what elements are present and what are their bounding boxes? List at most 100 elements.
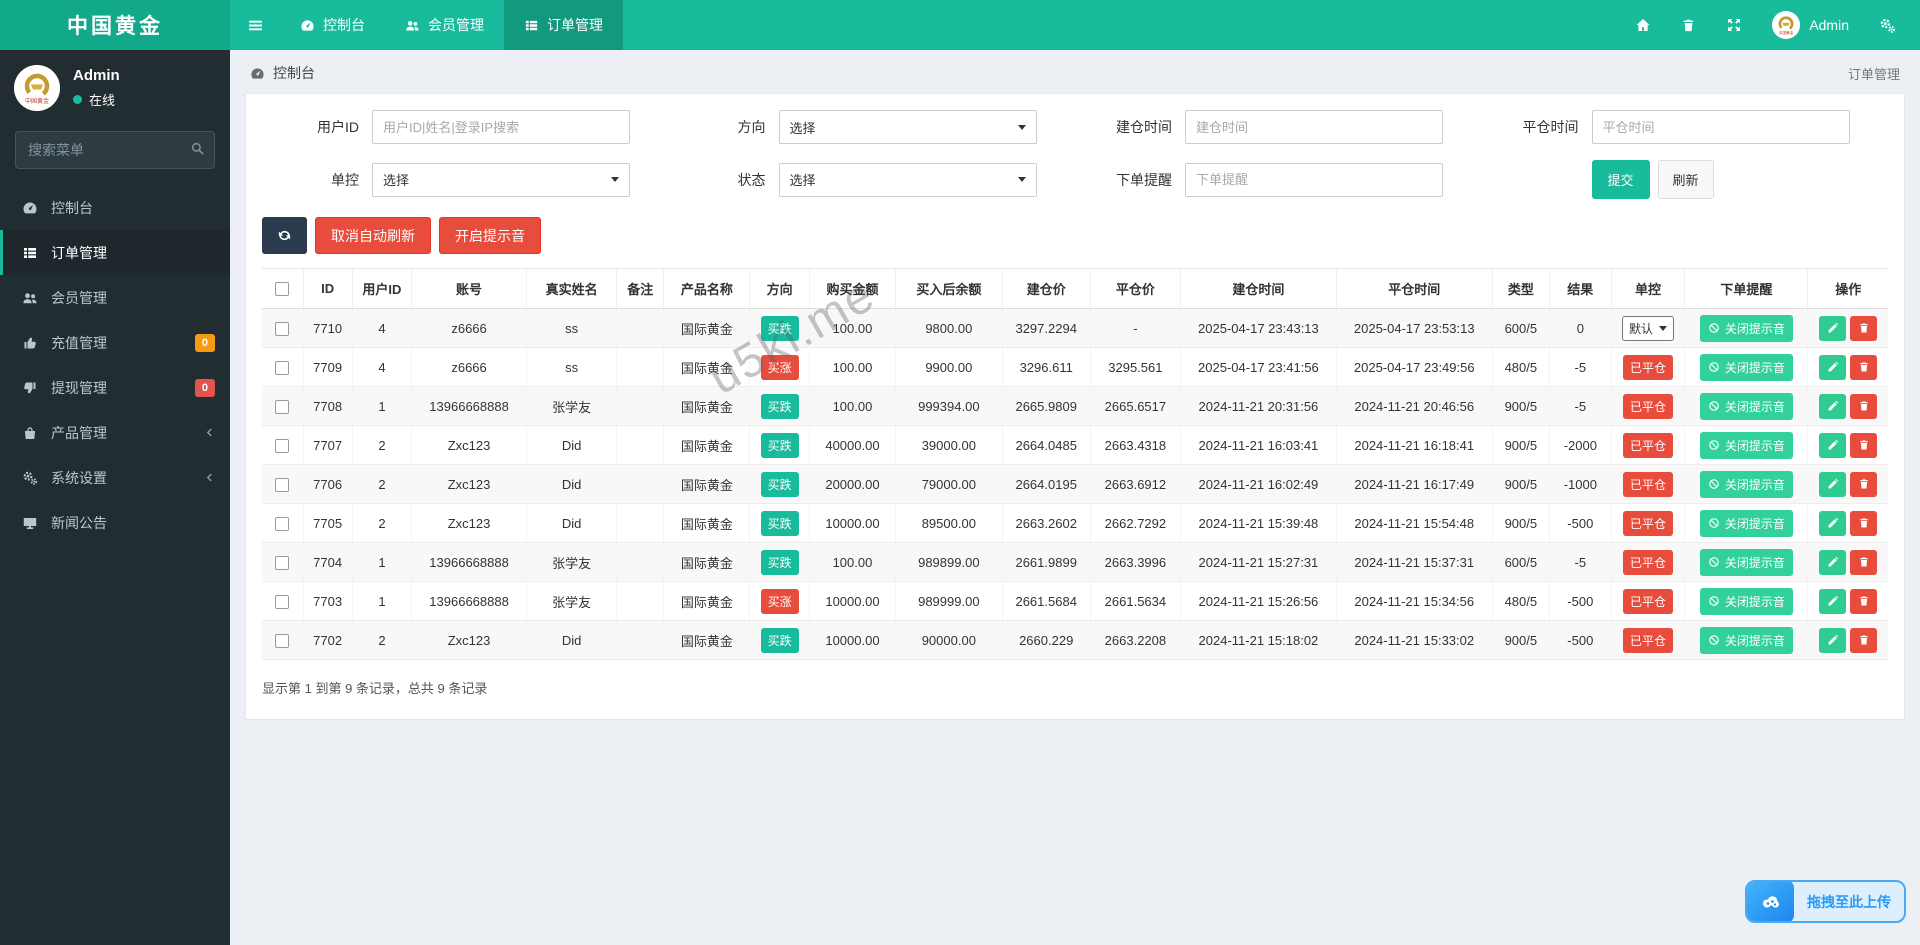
cell-remark: [616, 464, 664, 504]
open-time-input[interactable]: [1185, 110, 1443, 144]
table-refresh-button[interactable]: [262, 217, 307, 254]
row-checkbox[interactable]: [275, 399, 290, 414]
search-icon[interactable]: [190, 141, 205, 156]
cell-id: 7706: [302, 464, 353, 504]
caret-down-icon: [611, 177, 619, 182]
delete-button[interactable]: [1850, 510, 1878, 536]
mute-notice-button[interactable]: 关闭提示音: [1699, 392, 1793, 420]
edit-button[interactable]: [1819, 354, 1847, 380]
cell-id: 7704: [302, 542, 353, 582]
sidebar-item-news[interactable]: 新闻公告: [0, 500, 230, 545]
sidebar-toggle-button[interactable]: [230, 0, 280, 50]
delete-button[interactable]: [1850, 393, 1878, 419]
row-checkbox[interactable]: [275, 516, 290, 531]
delete-button[interactable]: [1850, 315, 1878, 341]
delete-button[interactable]: [1850, 354, 1878, 380]
row-checkbox[interactable]: [275, 555, 290, 570]
cell-real-name: 张学友: [525, 581, 617, 621]
mute-notice-button[interactable]: 关闭提示音: [1699, 431, 1793, 459]
settings-gears-button[interactable]: [1879, 17, 1896, 34]
edit-button[interactable]: [1819, 627, 1847, 653]
refresh-button[interactable]: 刷新: [1657, 160, 1714, 199]
edit-button[interactable]: [1819, 510, 1847, 536]
mute-notice-button[interactable]: 关闭提示音: [1699, 587, 1793, 615]
mute-notice-button[interactable]: 关闭提示音: [1699, 470, 1793, 498]
cell-real-name: Did: [525, 620, 617, 660]
edit-button[interactable]: [1819, 393, 1847, 419]
cell-product: 国际黄金: [663, 581, 750, 621]
order-notice-input[interactable]: [1185, 162, 1443, 197]
edit-button[interactable]: [1819, 549, 1847, 575]
direction-badge: 买跌: [760, 315, 799, 341]
breadcrumb-left[interactable]: 控制台: [273, 63, 315, 83]
user-id-input[interactable]: [372, 110, 630, 144]
select-all-checkbox[interactable]: [275, 282, 290, 297]
cell-balance-after: 39000.00: [895, 425, 1003, 465]
menu-search-input[interactable]: [15, 131, 215, 169]
close-time-input[interactable]: [1591, 110, 1850, 144]
row-checkbox-cell: [262, 386, 303, 426]
nav-item-members[interactable]: 会员管理: [385, 0, 504, 50]
sidebar-item-members[interactable]: 会员管理: [0, 275, 230, 320]
mute-icon: [1708, 517, 1720, 529]
online-dot-icon: [73, 95, 82, 104]
edit-button[interactable]: [1819, 432, 1847, 458]
mute-notice-button[interactable]: 关闭提示音: [1699, 353, 1793, 381]
sidebar-item-dashboard[interactable]: 控制台: [0, 185, 230, 230]
mute-notice-button[interactable]: 关闭提示音: [1699, 626, 1793, 654]
drag-upload-widget[interactable]: 拖拽至此上传: [1745, 880, 1906, 923]
delete-button[interactable]: [1850, 471, 1878, 497]
cell-close-time: 2024-11-21 20:46:56: [1335, 386, 1493, 426]
cell-open-price: 2664.0485: [1001, 425, 1091, 465]
delete-button[interactable]: [1850, 549, 1878, 575]
direction-select[interactable]: 选择: [778, 110, 1037, 144]
cell-control: 已平仓: [1610, 347, 1685, 387]
sidebar-item-orders[interactable]: 订单管理: [0, 230, 230, 275]
row-checkbox[interactable]: [275, 594, 290, 609]
cell-real-name: Did: [525, 425, 617, 465]
mute-notice-button[interactable]: 关闭提示音: [1699, 548, 1793, 576]
cell-type: 600/5: [1491, 308, 1550, 348]
cancel-auto-refresh-button[interactable]: 取消自动刷新: [315, 217, 431, 254]
home-button[interactable]: [1635, 17, 1651, 33]
delete-button[interactable]: [1850, 627, 1878, 653]
nav-item-orders[interactable]: 订单管理: [504, 0, 623, 50]
cell-product: 国际黄金: [663, 503, 750, 543]
brand-logo[interactable]: 中国黄金: [0, 0, 230, 50]
list-icon: [20, 245, 39, 261]
closed-badge: 已平仓: [1622, 627, 1673, 653]
delete-button[interactable]: [1850, 588, 1878, 614]
mute-notice-button[interactable]: 关闭提示音: [1699, 509, 1793, 537]
cell-real-name: ss: [525, 308, 617, 348]
user-menu[interactable]: 中国黄金 Admin: [1772, 11, 1849, 39]
cell-direction: 买涨: [749, 581, 810, 621]
row-checkbox[interactable]: [275, 438, 290, 453]
nav-item-dashboard[interactable]: 控制台: [280, 0, 385, 50]
sidebar-item-withdraw[interactable]: 提现管理 0: [0, 365, 230, 410]
cell-actions: [1807, 464, 1888, 504]
row-control-select[interactable]: 默认: [1621, 315, 1674, 341]
sidebar-item-products[interactable]: 产品管理: [0, 410, 230, 455]
thumbs-up-icon: [20, 335, 39, 351]
row-checkbox[interactable]: [275, 360, 290, 375]
edit-button[interactable]: [1819, 471, 1847, 497]
trash-button[interactable]: [1681, 18, 1696, 33]
fullscreen-button[interactable]: [1726, 17, 1742, 33]
sidebar-item-recharge[interactable]: 充值管理 0: [0, 320, 230, 365]
delete-button[interactable]: [1850, 432, 1878, 458]
control-select[interactable]: 选择: [372, 162, 630, 197]
cell-type: 600/5: [1491, 542, 1550, 582]
sidebar-item-settings[interactable]: 系统设置: [0, 455, 230, 500]
submit-button[interactable]: 提交: [1591, 160, 1650, 199]
row-checkbox[interactable]: [275, 477, 290, 492]
dashboard-icon: [20, 200, 39, 216]
column-header: 方向: [749, 268, 810, 309]
enable-sound-button[interactable]: 开启提示音: [439, 217, 541, 254]
edit-button[interactable]: [1819, 315, 1847, 341]
row-checkbox[interactable]: [275, 321, 290, 336]
cell-direction: 买跌: [749, 464, 810, 504]
status-select[interactable]: 选择: [778, 162, 1037, 197]
mute-notice-button[interactable]: 关闭提示音: [1699, 314, 1793, 342]
row-checkbox[interactable]: [275, 633, 290, 648]
edit-button[interactable]: [1819, 588, 1847, 614]
